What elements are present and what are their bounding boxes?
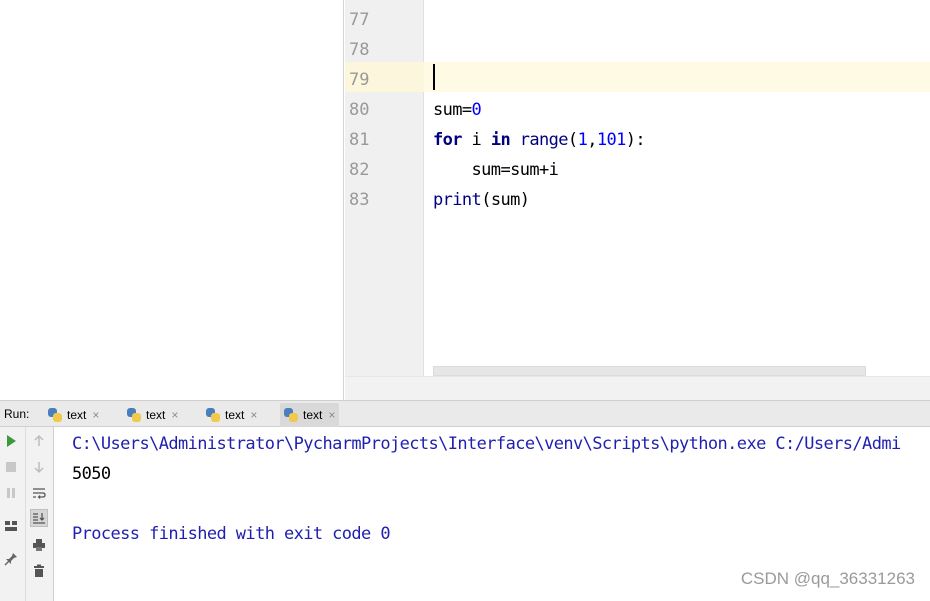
line-number: 78 <box>349 40 370 60</box>
run-label: Run: <box>4 407 30 421</box>
print-icon[interactable] <box>30 536 48 554</box>
console-command-line: C:\Users\Administrator\PycharmProjects\I… <box>72 434 901 454</box>
code-token: ): <box>625 130 646 150</box>
code-line-83[interactable]: print(sum) <box>433 185 530 215</box>
run-tab[interactable]: text × <box>202 403 261 427</box>
up-arrow-icon[interactable] <box>30 432 48 450</box>
close-icon[interactable]: × <box>92 408 99 422</box>
console-exit-message: Process finished with exit code 0 <box>72 524 391 544</box>
run-tab-label: text <box>303 408 323 422</box>
code-number: 101 <box>596 130 627 150</box>
text-caret <box>433 64 435 90</box>
code-line-82[interactable]: sum=sum+i <box>433 155 559 185</box>
code-number: 0 <box>471 100 482 120</box>
code-number: 1 <box>577 130 588 150</box>
watermark: CSDN @qq_36331263 <box>740 569 915 588</box>
stop-icon[interactable] <box>2 458 20 476</box>
code-token: sum <box>433 100 463 120</box>
scroll-to-end-icon[interactable] <box>30 509 48 527</box>
project-panel <box>0 0 344 400</box>
code-token: = <box>461 100 472 120</box>
run-tab[interactable]: text × <box>44 403 103 427</box>
code-token: i <box>461 130 491 150</box>
close-icon[interactable]: × <box>171 408 178 422</box>
code-token: ( <box>567 130 578 150</box>
line-number: 79 <box>349 70 370 90</box>
close-icon[interactable]: × <box>250 408 257 422</box>
line-number: 82 <box>349 160 370 180</box>
run-tool-window-header: Run: text × text × text × text × <box>0 400 930 427</box>
line-number: 80 <box>349 100 370 120</box>
code-keyword: in <box>490 130 511 150</box>
code-line-80[interactable]: sum=0 <box>433 95 482 125</box>
line-number: 81 <box>349 130 370 150</box>
run-tab[interactable]: text × <box>123 403 182 427</box>
code-builtin: range <box>519 130 569 150</box>
python-icon <box>284 408 298 422</box>
line-number: 77 <box>349 10 370 30</box>
code-token: (sum) <box>481 190 530 210</box>
code-line-81[interactable]: for i in range(1,101): <box>433 125 646 155</box>
close-icon[interactable]: × <box>328 408 335 422</box>
run-tab-label: text <box>146 408 166 422</box>
run-icon[interactable] <box>2 432 20 450</box>
pause-icon[interactable] <box>2 484 20 502</box>
run-tab-label: text <box>67 408 87 422</box>
layout-icon[interactable] <box>2 517 20 535</box>
code-builtin: print <box>433 190 482 210</box>
line-number: 83 <box>349 190 370 210</box>
pin-icon[interactable] <box>2 550 20 568</box>
soft-wrap-icon[interactable] <box>30 484 48 502</box>
console-toolbar <box>26 427 54 601</box>
console-output: 5050 <box>72 464 111 484</box>
run-tab-label: text <box>225 408 245 422</box>
down-arrow-icon[interactable] <box>30 458 48 476</box>
code-keyword: for <box>433 130 463 150</box>
code-token: , <box>587 130 597 150</box>
trash-icon[interactable] <box>30 562 48 580</box>
editor-bottom-bar <box>345 376 930 400</box>
run-toolbar <box>0 427 26 601</box>
python-icon <box>127 408 141 422</box>
code-editor[interactable]: 77 78 79 80 81 82 83 sum=0 for i in rang… <box>345 0 930 400</box>
python-icon <box>48 408 62 422</box>
horizontal-scrollbar[interactable] <box>433 366 866 376</box>
run-tab-active[interactable]: text × <box>280 403 340 427</box>
python-icon <box>206 408 220 422</box>
